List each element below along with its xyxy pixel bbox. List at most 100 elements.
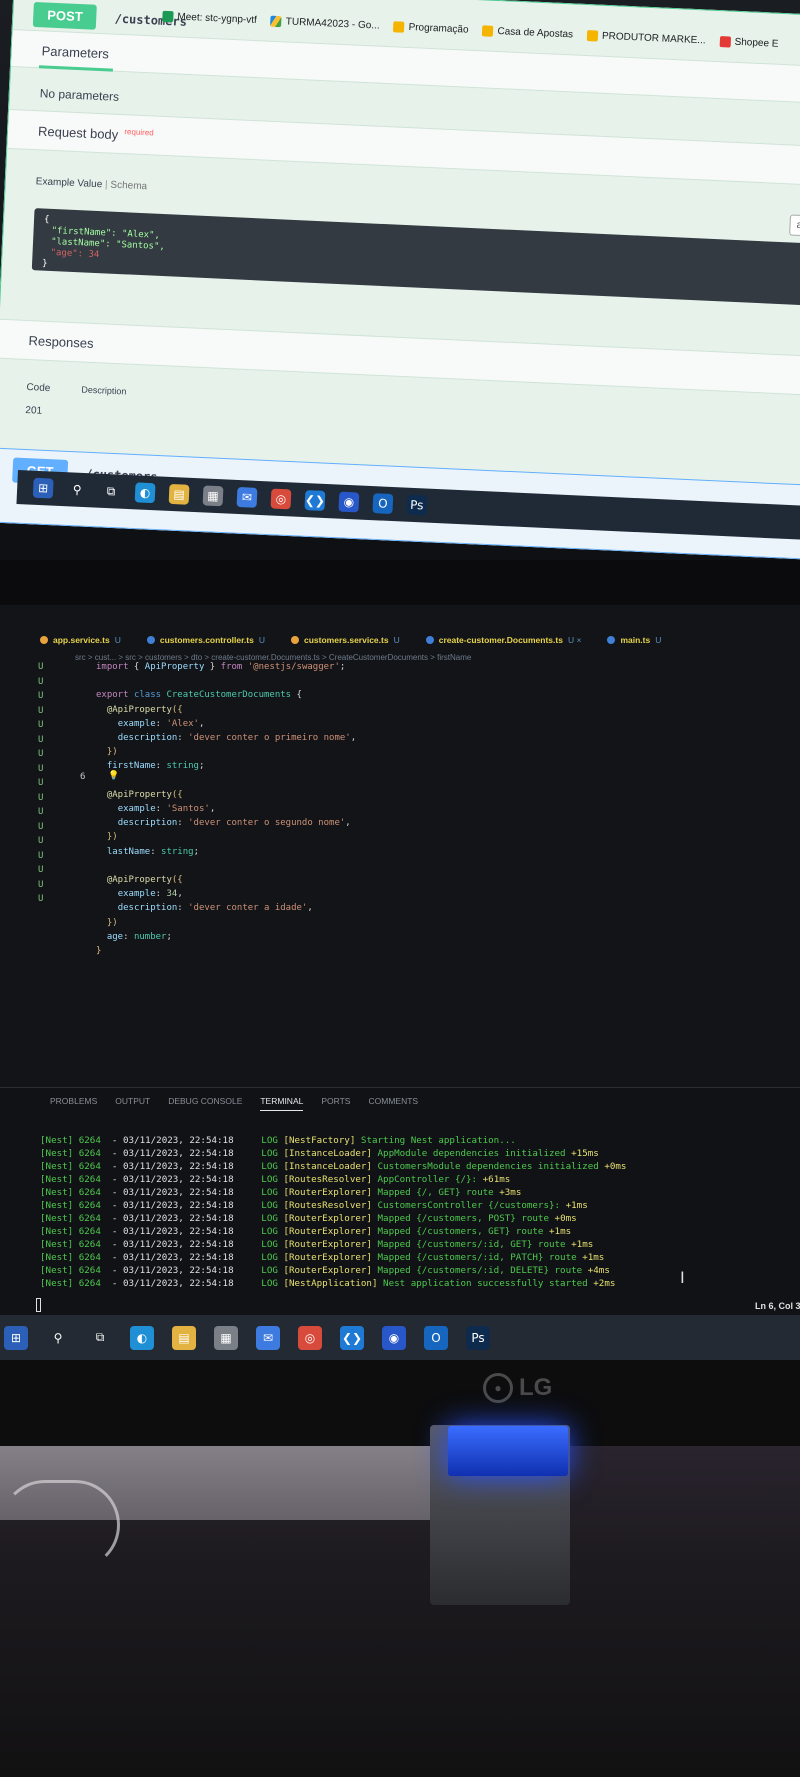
tab-customers-controller[interactable]: customers.controller.ts U	[146, 635, 265, 645]
terminal-pid: [Nest] 6264	[40, 1200, 101, 1211]
code-content[interactable]: import { ApiProperty } from '@nestjs/swa…	[96, 660, 356, 958]
drive-icon	[270, 15, 283, 27]
search-icon[interactable]: ⚲	[46, 1326, 70, 1350]
terminal-line: [Nest] 6264 - 03/11/2023, 22:54:18 LOG […	[40, 1212, 626, 1225]
apply-button[interactable]: appl	[789, 214, 800, 237]
monitor-bezel	[0, 1360, 800, 1446]
terminal-time: - 03/11/2023, 22:54:18	[100, 1239, 234, 1250]
request-body-title: Request body required	[38, 123, 154, 144]
terminal-time: - 03/11/2023, 22:54:18	[100, 1252, 234, 1263]
vscode-screen: app.service.ts U customers.controller.ts U…	[0, 605, 800, 1315]
app-icon[interactable]: ◉	[338, 491, 360, 513]
terminal-pid: [Nest] 6264	[40, 1174, 101, 1185]
terminal-ms: +3ms	[499, 1187, 522, 1198]
tab-main[interactable]: main.ts U	[607, 635, 661, 645]
panel-tab-ports[interactable]: PORTS	[321, 1096, 350, 1111]
terminal-time: - 03/11/2023, 22:54:18	[100, 1148, 234, 1159]
responses-title: Responses	[28, 333, 94, 351]
terminal-pid: [Nest] 6264	[40, 1278, 101, 1289]
terminal-line: [Nest] 6264 - 03/11/2023, 22:54:18 LOG […	[40, 1134, 626, 1147]
windows-start-icon[interactable]: ⊞	[4, 1325, 28, 1350]
tab-customers-service[interactable]: customers.service.ts U	[291, 635, 400, 645]
code-editor[interactable]: UUUUUUUUUUUUUUUUU 6 💡 import { ApiProper…	[0, 660, 800, 1050]
task-view-icon[interactable]: ⧉	[88, 1326, 112, 1350]
windows-start-icon[interactable]: ⊞	[32, 477, 54, 499]
photoshop-icon[interactable]: Ps	[466, 1325, 490, 1350]
untracked-marker: U	[38, 778, 44, 788]
tab-create-customer-documents[interactable]: create-customer.Documents.ts U ×	[425, 635, 581, 645]
terminal-ctx: [RoutesResolver]	[283, 1200, 372, 1211]
panel-tabs: PROBLEMS OUTPUT DEBUG CONSOLE TERMINAL PORTS…	[50, 1096, 418, 1111]
schema-tab[interactable]: Schema	[110, 180, 147, 193]
terminal-level: LOG	[261, 1200, 278, 1211]
terminal-time: - 03/11/2023, 22:54:18	[100, 1226, 234, 1237]
parameters-tab[interactable]: Parameters	[41, 43, 109, 61]
panel-tab-problems[interactable]: PROBLEMS	[50, 1096, 97, 1111]
panel-tab-comments[interactable]: COMMENTS	[368, 1096, 418, 1111]
edge-icon[interactable]: ◐	[130, 1325, 154, 1350]
panel-tab-output[interactable]: OUTPUT	[115, 1096, 150, 1111]
example-value-tab[interactable]: Example Value	[36, 176, 103, 190]
calendar-icon[interactable]: ▦	[202, 485, 224, 507]
app-icon[interactable]: ◉	[382, 1325, 406, 1350]
terminal-ms: +1ms	[571, 1239, 594, 1250]
file-explorer-icon[interactable]: ▤	[172, 1325, 196, 1350]
bookmark-meet[interactable]: Meet: stc-ygnp-vtf	[162, 10, 257, 26]
terminal-ms: +4ms	[587, 1265, 610, 1276]
chrome-icon[interactable]: ◎	[298, 1325, 322, 1350]
chrome-icon[interactable]: ◎	[270, 488, 292, 510]
photoshop-icon[interactable]: Ps	[406, 494, 428, 516]
terminal-msg: AppController {/}:	[377, 1174, 478, 1185]
stand-blue-light	[448, 1426, 568, 1476]
mail-icon[interactable]: ✉	[256, 1325, 280, 1350]
terminal-line: [Nest] 6264 - 03/11/2023, 22:54:18 LOG […	[40, 1277, 626, 1290]
search-icon[interactable]: ⚲	[67, 479, 88, 500]
terminal-time: - 03/11/2023, 22:54:18	[100, 1265, 234, 1276]
cursor-position-status[interactable]: Ln 6, Col 33	[755, 1301, 800, 1311]
responses-bar: Responses	[0, 318, 800, 396]
tab-app-service[interactable]: app.service.ts U	[40, 635, 121, 645]
response-code-201: 201	[25, 404, 43, 417]
terminal-msg: CustomersModule dependencies initialized	[377, 1161, 599, 1172]
lower-taskbar: ⊞ ⚲ ⧉ ◐ ▤ ▦ ✉ ◎ ❮❯ ◉ O Ps	[0, 1315, 800, 1360]
example-json-box[interactable]: { "firstName": "Alex", "lastName": "Sant…	[31, 208, 800, 306]
terminal-ms: +15ms	[571, 1148, 599, 1159]
terminal-level: LOG	[261, 1226, 278, 1237]
untracked-marker: U	[38, 865, 44, 875]
outlook-icon[interactable]: O	[372, 493, 394, 515]
example-tabs: Example Value | Schema	[36, 176, 148, 192]
terminal-ms: +61ms	[482, 1174, 511, 1185]
vscode-icon[interactable]: ❮❯	[304, 490, 326, 511]
vscode-icon[interactable]: ❮❯	[340, 1325, 364, 1350]
scm-gutter: UUUUUUUUUUUUUUUUU	[38, 660, 58, 907]
task-view-icon[interactable]: ⧉	[101, 481, 122, 502]
terminal-line: [Nest] 6264 - 03/11/2023, 22:54:18 LOG […	[40, 1186, 626, 1199]
shopee-icon	[719, 35, 731, 48]
bookmark-shopee[interactable]: Shopee E	[719, 35, 779, 49]
post-method-badge[interactable]: POST	[32, 1, 98, 30]
line-number: 6	[80, 772, 86, 782]
meet-icon	[162, 10, 174, 22]
panel-tab-debug-console[interactable]: DEBUG CONSOLE	[168, 1096, 242, 1111]
bookmark-programacao[interactable]: Programação	[393, 20, 469, 35]
terminal-line: [Nest] 6264 - 03/11/2023, 22:54:18 LOG […	[40, 1173, 626, 1186]
file-explorer-icon[interactable]: ▤	[168, 483, 190, 505]
outlook-icon[interactable]: O	[424, 1325, 448, 1350]
terminal-ctx: [RouterExplorer]	[283, 1239, 372, 1250]
untracked-marker: U	[38, 749, 44, 759]
terminal-pid: [Nest] 6264	[40, 1252, 101, 1263]
terminal-output[interactable]: [Nest] 6264 - 03/11/2023, 22:54:18 LOG […	[40, 1134, 626, 1290]
bookmark-turma[interactable]: TURMA42023 - Go...	[270, 15, 380, 31]
bookmark-casa-de-apostas[interactable]: Casa de Apostas	[482, 24, 573, 40]
calendar-icon[interactable]: ▦	[214, 1325, 238, 1350]
folder-icon	[393, 20, 405, 33]
terminal-pid: [Nest] 6264	[40, 1226, 101, 1237]
mail-icon[interactable]: ✉	[236, 486, 258, 508]
panel-tab-terminal[interactable]: TERMINAL	[260, 1096, 304, 1111]
edge-icon[interactable]: ◐	[134, 482, 156, 504]
bookmark-produtor[interactable]: PRODUTOR MARKE...	[586, 29, 706, 46]
post-customers-operation: POST /customers Parameters No parameters…	[0, 0, 800, 515]
upper-monitor: POST /customers Parameters No parameters…	[0, 0, 800, 560]
terminal-level: LOG	[261, 1135, 278, 1146]
ts-file-icon	[607, 636, 616, 644]
